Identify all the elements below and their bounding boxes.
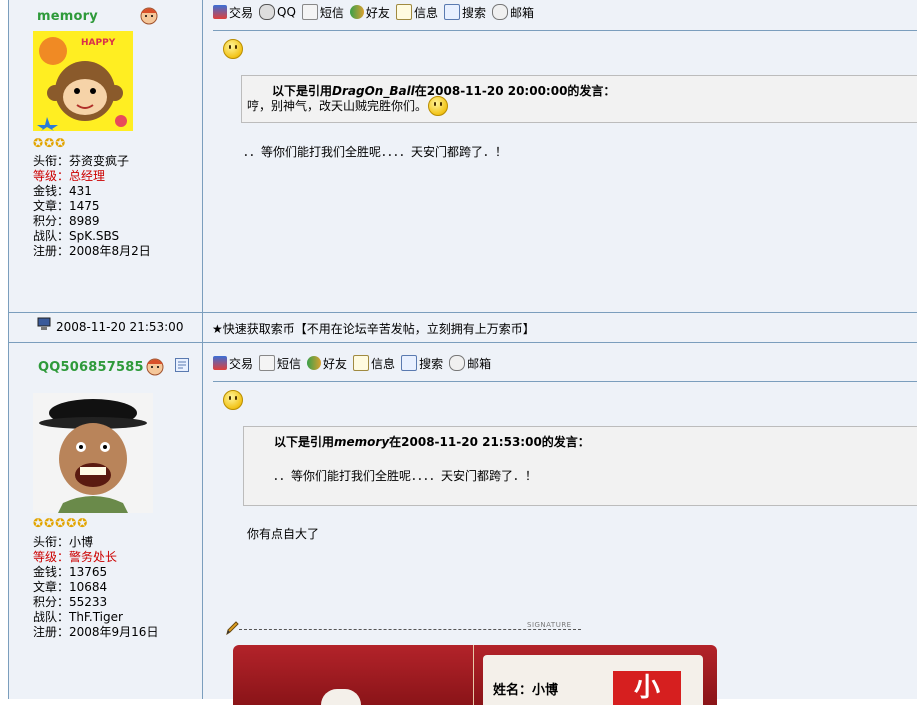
- card-emblem: [321, 689, 361, 705]
- message-button[interactable]: 短信: [301, 4, 344, 21]
- computer-icon: [37, 317, 51, 330]
- post2-info-registered: 注册：2008年9月16日: [33, 625, 159, 639]
- post1-content-panel: 交易 QQ 短信 好友 信息 搜索 邮箱 以下是引用DragOn_Ball在20…: [203, 0, 917, 312]
- post1-info-level: 等级：总经理: [33, 169, 106, 183]
- post2-info-level: 等级：警务处长: [33, 550, 118, 564]
- trade-button[interactable]: 交易: [213, 4, 253, 21]
- post1-quote-box: 以下是引用DragOn_Ball在2008-11-20 20:00:00的发言：…: [241, 75, 917, 123]
- post1-toolbar: 交易 QQ 短信 好友 信息 搜索 邮箱: [213, 2, 534, 22]
- search-icon: [401, 355, 418, 371]
- post1-username[interactable]: memory: [37, 9, 98, 24]
- post2-info-points: 积分：55233: [33, 595, 108, 609]
- post2-timestamp: 2008-11-20 21:53:00: [56, 320, 184, 334]
- search-button[interactable]: 搜索: [443, 4, 486, 21]
- post1-quote-sad-icon: [428, 96, 448, 116]
- post2-body: 你有点自大了: [247, 527, 320, 541]
- search-button[interactable]: 搜索: [401, 355, 443, 372]
- post1-info-money: 金钱：431: [33, 184, 92, 198]
- signature-divider: [239, 629, 581, 630]
- pencil-icon: [226, 621, 239, 636]
- document-icon: [395, 4, 412, 20]
- post1-quote-author[interactable]: DragOn_Ball: [332, 84, 415, 98]
- post2-toolbar-divider: [213, 381, 917, 382]
- message-icon: [301, 4, 318, 20]
- post2-author-panel: QQ506857585 ✪ ✪ ✪ ✪ ✪ 头衔：小博 等级：警务处长 金钱：1…: [9, 343, 203, 699]
- card-fold-line: [473, 645, 474, 705]
- qq-button[interactable]: QQ: [259, 4, 296, 20]
- message-button[interactable]: 短信: [259, 355, 301, 372]
- post2-username[interactable]: QQ506857585: [38, 360, 144, 375]
- post2-info-posts: 文章：10684: [33, 580, 108, 594]
- search-icon: [443, 4, 460, 20]
- card-stamp: 小: [613, 671, 681, 705]
- svg-text:HAPPY: HAPPY: [81, 38, 116, 48]
- post1-avatar: HAPPY: [33, 31, 133, 134]
- post2-quote-author[interactable]: memory: [334, 435, 389, 449]
- signature-label: SIGNATURE: [527, 621, 572, 629]
- friend-button[interactable]: 好友: [349, 4, 390, 21]
- id-card-panel: 姓名：小博 小: [483, 655, 703, 705]
- post2-info-team: 战队：ThF.Tiger: [33, 610, 123, 624]
- penguin-icon: [259, 4, 276, 20]
- promo-link[interactable]: ★快速获取索币【不用在论坛辛苦发帖，立刻拥有上万索币】: [212, 320, 535, 337]
- post1-info-title: 头衔：芬资变疯子: [33, 154, 130, 168]
- forum-thread: memory HAPPY ✪ ✪ ✪ 头衔：芬资变疯子 等级：总经理 金钱：43…: [8, 0, 917, 705]
- post2-info-title: 头衔：小博: [33, 535, 94, 549]
- post1-body: ．．等你们能打我们全胜呢．．．．天安门都跨了．！: [243, 145, 508, 159]
- gender-icon: [146, 358, 164, 376]
- mail-icon: [491, 4, 508, 20]
- friends-icon: [307, 356, 322, 370]
- post2-content-panel: 交易 短信 好友 信息 搜索 邮箱 以下是引用memory在2008-11-20…: [203, 343, 917, 705]
- post2-quote-body: ．．等你们能打我们全胜呢．．．．天安门都跨了．！: [273, 469, 538, 483]
- post1-mood-smiley-icon: [223, 39, 243, 59]
- mail-icon: [449, 355, 466, 371]
- shield-icon: [213, 5, 227, 19]
- info-button[interactable]: 信息: [395, 4, 438, 21]
- post2-meta-left: 2008-11-20 21:53:00: [9, 313, 203, 342]
- post1-info-posts: 文章：1475: [33, 199, 100, 213]
- post1-info-registered: 注册：2008年8月2日: [33, 244, 151, 258]
- post2-quote-header: 以下是引用memory在2008-11-20 21:53:00的发言：: [274, 435, 590, 449]
- info-button[interactable]: 信息: [353, 355, 395, 372]
- trade-button[interactable]: 交易: [213, 355, 253, 372]
- post2-mood-smiley-icon: [223, 390, 243, 410]
- post2-avatar: [33, 393, 153, 516]
- post2-rank-stars: ✪ ✪ ✪ ✪ ✪: [33, 516, 88, 530]
- mailbox-button[interactable]: 邮箱: [491, 4, 534, 21]
- document-icon: [353, 355, 370, 371]
- message-icon: [259, 355, 276, 371]
- card-name-label: 姓名：小博: [493, 683, 559, 698]
- post2-quote-box: 以下是引用memory在2008-11-20 21:53:00的发言： ．．等你…: [243, 426, 917, 506]
- post2-info-money: 金钱：13765: [33, 565, 108, 579]
- post1-toolbar-divider: [213, 30, 917, 31]
- friends-icon: [349, 5, 364, 19]
- post1-quote-body: 哼，别神气，改天山贼完胜你们。: [247, 99, 428, 113]
- post2-toolbar: 交易 短信 好友 信息 搜索 邮箱: [213, 353, 491, 373]
- mailbox-button[interactable]: 邮箱: [449, 355, 491, 372]
- gender-icon: [140, 7, 158, 25]
- signature-image: 姓名：小博 小: [233, 645, 717, 705]
- post1-author-panel: memory HAPPY ✪ ✪ ✪ 头衔：芬资变疯子 等级：总经理 金钱：43…: [9, 0, 203, 312]
- shield-icon: [213, 356, 227, 370]
- post2-meta-right: ★快速获取索币【不用在论坛辛苦发帖，立刻拥有上万索币】: [203, 313, 917, 342]
- post1-rank-stars: ✪ ✪ ✪: [33, 136, 66, 150]
- post1-info-points: 积分：8989: [33, 214, 100, 228]
- profile-card-icon[interactable]: [175, 358, 189, 372]
- friend-button[interactable]: 好友: [307, 355, 347, 372]
- post1-info-team: 战队：SpK.SBS: [33, 229, 120, 243]
